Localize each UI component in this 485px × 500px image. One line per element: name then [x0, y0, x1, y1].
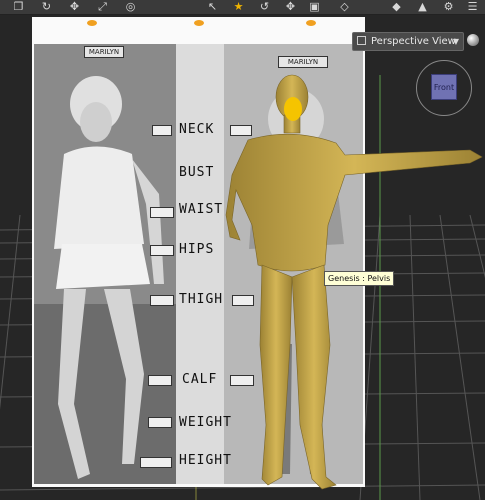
nav-cube-front-face[interactable]: Front	[431, 74, 457, 100]
scale-icon[interactable]: ⤢	[96, 0, 109, 13]
view-selector-label: Perspective View	[371, 36, 456, 47]
move-icon[interactable]: ✥	[284, 0, 297, 13]
3d-viewport[interactable]: MARILYN MARILYN NECK BUST WAIST HIPS THI…	[0, 15, 485, 500]
render-icon[interactable]: ⚙	[442, 0, 455, 13]
universal-icon[interactable]: ◎	[124, 0, 137, 13]
shading-sphere-icon	[467, 34, 479, 46]
chevron-down-icon: ▼	[452, 37, 459, 46]
joint-editor-icon[interactable]: ▣	[308, 0, 321, 13]
transform-icon[interactable]: ↺	[258, 0, 271, 13]
view-grid-icon	[357, 36, 366, 45]
light-icon[interactable]: ◆	[390, 0, 403, 13]
view-selector-dropdown[interactable]: Perspective View ▼	[352, 32, 464, 51]
selected-face-highlight	[284, 97, 302, 121]
node-select-icon[interactable]: ↖	[206, 0, 219, 13]
more-icon[interactable]: ☰	[466, 0, 479, 13]
camera-icon[interactable]: ▲	[416, 0, 429, 13]
node-tooltip: Genesis : Pelvis	[324, 271, 395, 286]
select-icon[interactable]: ❐	[12, 0, 25, 13]
genesis-figure[interactable]	[0, 15, 485, 500]
navigation-cube[interactable]: Front	[416, 60, 472, 116]
draw-style-button[interactable]	[466, 32, 481, 49]
viewport-toolbar: ❐ ↻ ✥ ⤢ ◎ ↖ ★ ↺ ✥ ▣ ◇ ◆ ▲ ⚙ ☰	[0, 0, 485, 15]
active-pose-icon[interactable]: ★	[232, 0, 245, 13]
translate-icon[interactable]: ✥	[68, 0, 81, 13]
rotate-icon[interactable]: ↻	[40, 0, 53, 13]
surface-select-icon[interactable]: ◇	[338, 0, 351, 13]
